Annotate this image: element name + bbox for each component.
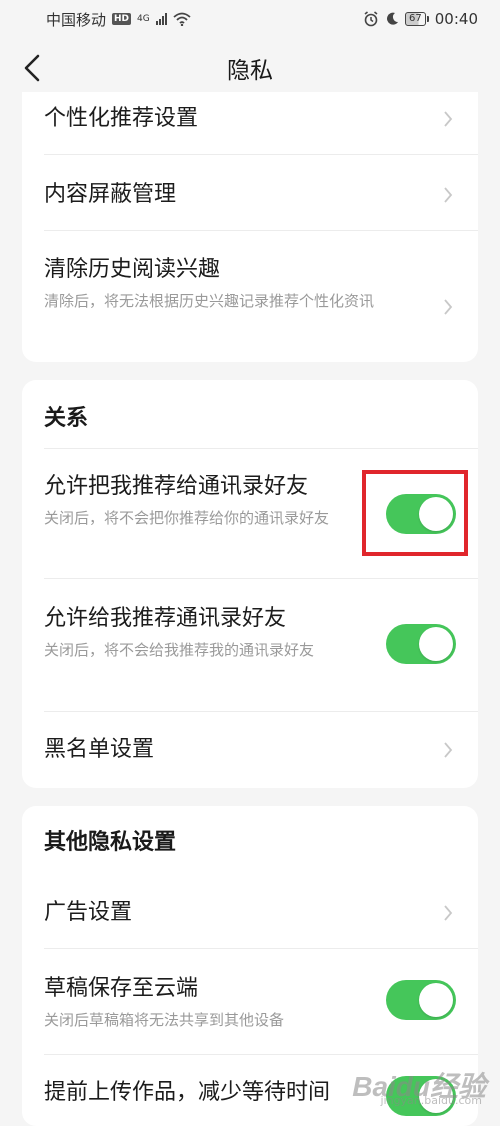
page-title: 隐私	[227, 58, 273, 84]
row-description: 关闭后，将不会给我推荐我的通讯录好友	[44, 641, 315, 659]
divider	[44, 578, 478, 579]
divider	[44, 948, 478, 949]
chevron-right-icon	[440, 107, 456, 131]
blacklist-row[interactable]: 黑名单设置	[44, 735, 456, 765]
row-description: 关闭后草稿箱将无法共享到其他设备	[44, 1011, 285, 1029]
other-privacy-card: 其他隐私设置 广告设置 草稿保存至云端 关闭后草稿箱将无法共享到其他设备 提前上…	[22, 806, 478, 1126]
content-block-row[interactable]: 内容屏蔽管理	[44, 180, 456, 210]
recommend-settings-card: 个性化推荐设置 内容屏蔽管理 清除历史阅读兴趣 清除后，将无法根据历史兴趣记录推…	[22, 92, 478, 362]
recommend-me-toggle[interactable]	[386, 494, 456, 534]
divider	[44, 448, 478, 449]
moon-icon	[387, 12, 399, 25]
divider	[44, 230, 478, 231]
page-header: 隐私	[0, 38, 500, 98]
status-left: 中国移动 HD 4G	[46, 9, 191, 30]
recommend-contacts-to-me-row: 允许给我推荐通讯录好友 关闭后，将不会给我推荐我的通讯录好友	[44, 604, 456, 664]
divider	[44, 154, 478, 155]
battery-level: 67	[405, 12, 426, 26]
carrier-name: 中国移动	[46, 10, 107, 29]
battery-icon: 67	[405, 12, 429, 26]
back-arrow-icon	[24, 54, 40, 82]
toggle-knob	[419, 983, 453, 1017]
early-upload-row: 提前上传作品，减少等待时间	[44, 1076, 456, 1116]
row-title: 提前上传作品，减少等待时间	[44, 1080, 331, 1105]
personalized-recommend-row[interactable]: 个性化推荐设置	[44, 104, 456, 134]
row-title: 黑名单设置	[44, 737, 155, 762]
back-button[interactable]	[14, 50, 50, 86]
draft-cloud-toggle[interactable]	[386, 980, 456, 1020]
row-title: 内容屏蔽管理	[44, 182, 177, 207]
toggle-knob	[419, 1079, 453, 1113]
status-right: 67 00:40	[363, 10, 478, 28]
signal-icon	[155, 13, 167, 25]
row-description: 清除后，将无法根据历史兴趣记录推荐个性化资讯	[44, 292, 375, 310]
divider	[44, 711, 478, 712]
network-type: 4G	[137, 14, 150, 24]
toggle-knob	[419, 627, 453, 661]
row-title: 允许给我推荐通讯录好友	[44, 606, 287, 631]
clear-history-row[interactable]: 清除历史阅读兴趣 清除后，将无法根据历史兴趣记录推荐个性化资讯	[44, 255, 456, 315]
chevron-right-icon	[440, 295, 456, 319]
draft-cloud-row: 草稿保存至云端 关闭后草稿箱将无法共享到其他设备	[44, 974, 456, 1032]
hd-badge: HD	[112, 13, 132, 25]
section-title: 关系	[44, 406, 89, 431]
chevron-right-icon	[440, 183, 456, 207]
recommend-me-to-contacts-row: 允许把我推荐给通讯录好友 关闭后，将不会把你推荐给你的通讯录好友	[44, 472, 456, 534]
section-title: 其他隐私设置	[44, 830, 177, 855]
row-title: 个性化推荐设置	[44, 106, 199, 131]
row-title: 清除历史阅读兴趣	[44, 257, 221, 282]
row-title: 广告设置	[44, 900, 133, 925]
row-title: 允许把我推荐给通讯录好友	[44, 474, 309, 499]
clock-time: 00:40	[434, 10, 478, 28]
chevron-right-icon	[440, 738, 456, 762]
status-bar: 中国移动 HD 4G 67 00:40	[0, 0, 500, 38]
early-upload-toggle[interactable]	[386, 1076, 456, 1116]
ad-settings-row[interactable]: 广告设置	[44, 898, 456, 928]
relations-card: 关系 允许把我推荐给通讯录好友 关闭后，将不会把你推荐给你的通讯录好友 允许给我…	[22, 380, 478, 788]
alarm-icon	[364, 11, 378, 27]
row-description: 关闭后，将不会把你推荐给你的通讯录好友	[44, 509, 330, 527]
wifi-icon	[173, 12, 191, 26]
recommend-contacts-toggle[interactable]	[386, 624, 456, 664]
divider	[44, 1054, 478, 1055]
row-title: 草稿保存至云端	[44, 976, 199, 1001]
toggle-knob	[419, 497, 453, 531]
chevron-right-icon	[440, 901, 456, 925]
